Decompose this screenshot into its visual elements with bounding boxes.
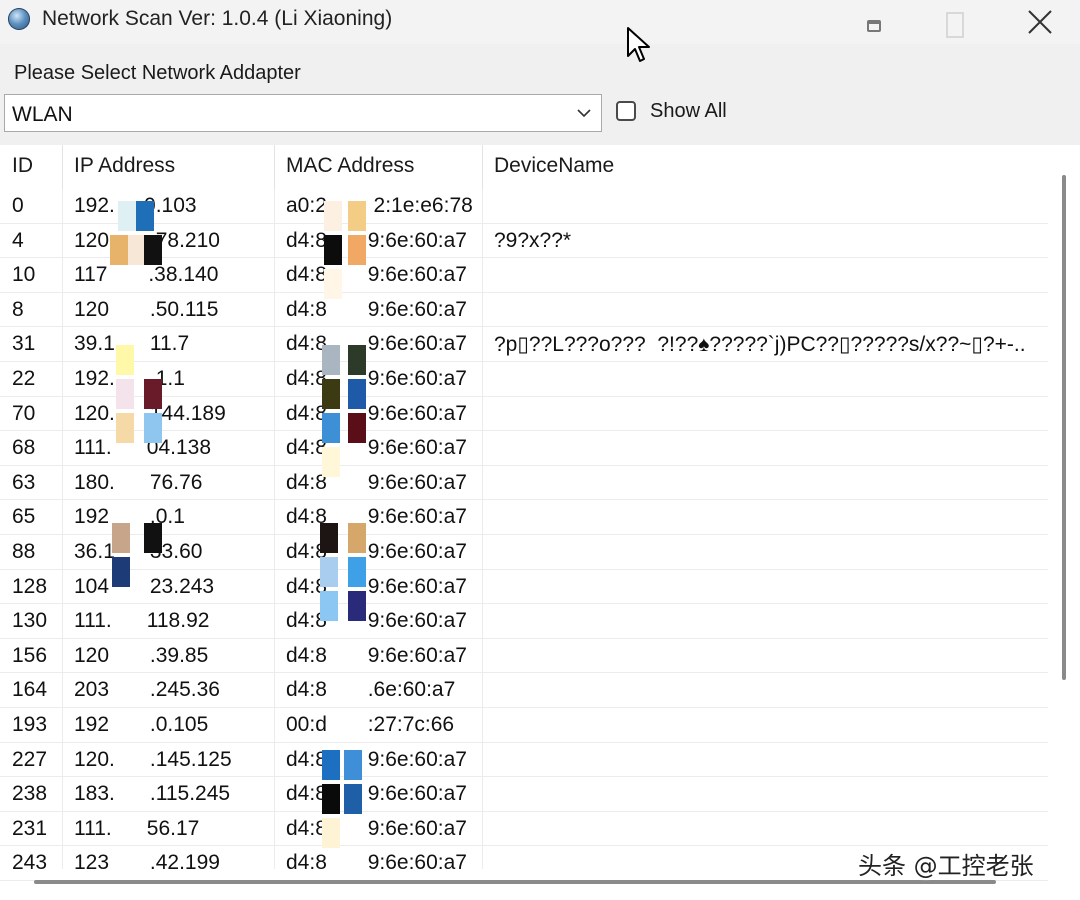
cell-ip: 120 .50.115 <box>74 297 219 321</box>
mouse-cursor-icon <box>627 27 650 62</box>
table-row[interactable]: 164 203 .245.36 d4:8 .6e:60:a7 <box>0 673 1048 708</box>
cell-mac: d4:8 9:6e:60:a7 <box>286 297 467 321</box>
cell-mac: d4:8 9:6e:60:a7 <box>286 816 467 840</box>
cell-id: 8 <box>12 297 24 321</box>
cell-mac: a0:2 2:1e:e6:78 <box>286 194 473 217</box>
table-row[interactable]: 31 39.1 11.7 d4:8 9:6e:60:a7 ?p▯??L???o??? … <box>0 327 1048 362</box>
cell-ip: 104 23.243 <box>74 574 215 598</box>
cell-ip: 36.1 33.60 <box>74 540 203 563</box>
cell-id: 231 <box>12 816 48 840</box>
cell-ip: 183. .115.245 <box>74 782 231 806</box>
network-scan-window: Network Scan Ver: 1.0.4 (Li Xiaoning) Pl… <box>0 0 1080 900</box>
cell-mac: 00:d :27:7c:66 <box>286 713 455 736</box>
cell-mac: d4:8 9:6e:60:a7 <box>286 367 467 390</box>
cell-mac: d4:8 .6e:60:a7 <box>286 678 456 702</box>
list-header: ID IP Address MAC Address DeviceName <box>0 145 1060 189</box>
maximize-button[interactable] <box>925 0 985 44</box>
cell-devicename: ?9?x??* <box>494 228 572 252</box>
cell-mac: d4:8 9:6e:60:a7 <box>286 851 467 875</box>
cell-id: 70 <box>12 401 36 425</box>
cell-id: 88 <box>12 540 36 563</box>
cell-mac: d4:8 9:6e:60:a7 <box>286 228 467 252</box>
cell-id: 243 <box>12 851 48 875</box>
cell-mac: d4:8 9:6e:60:a7 <box>286 332 467 356</box>
cell-ip: 111. 56.17 <box>74 816 200 840</box>
cell-mac: d4:8 9:6e:60:a7 <box>286 609 467 633</box>
cell-id: 68 <box>12 436 36 460</box>
cell-mac: d4:8 9:6e:60:a7 <box>286 540 467 563</box>
cell-id: 22 <box>12 367 36 390</box>
table-row[interactable]: 193 192 .0.105 00:d :27:7c:66 <box>0 708 1048 743</box>
column-header-mac[interactable]: MAC Address <box>286 154 414 178</box>
cell-mac: d4:8 9:6e:60:a7 <box>286 505 467 529</box>
adapter-dropdown[interactable]: WLAN <box>4 94 602 132</box>
cell-id: 227 <box>12 747 48 771</box>
vertical-scrollbar[interactable] <box>1062 175 1066 680</box>
cell-mac: d4:8 9:6e:60:a7 <box>286 470 467 494</box>
table-row[interactable]: 0 192. .0.103 a0:2 2:1e:e6:78 <box>0 189 1048 224</box>
cell-id: 0 <box>12 194 24 217</box>
cell-id: 156 <box>12 643 48 667</box>
table-row[interactable]: 8 120 .50.115 d4:8 9:6e:60:a7 <box>0 293 1048 328</box>
globe-icon <box>8 8 30 30</box>
table-row[interactable]: 128 104 23.243 d4:8 9:6e:60:a7 <box>0 570 1048 605</box>
table-row[interactable]: 227 120. .145.125 d4:8 9:6e:60:a7 <box>0 743 1048 778</box>
close-button[interactable] <box>1010 0 1070 44</box>
table-row[interactable]: 156 120 .39.85 d4:8 9:6e:60:a7 <box>0 639 1048 674</box>
cell-id: 65 <box>12 505 36 529</box>
adapter-label: Please Select Network Addapter <box>14 62 301 84</box>
adapter-selected-value: WLAN <box>12 103 73 126</box>
table-row[interactable]: 130 111. 118.92 d4:8 9:6e:60:a7 <box>0 604 1048 639</box>
minimize-button[interactable] <box>844 0 904 44</box>
cell-mac: d4:8 9:6e:60:a7 <box>286 401 467 425</box>
cell-id: 31 <box>12 332 36 356</box>
table-row[interactable]: 63 180. 76.76 d4:8 9:6e:60:a7 <box>0 466 1048 501</box>
table-row[interactable]: 238 183. .115.245 d4:8 9:6e:60:a7 <box>0 777 1048 812</box>
cell-id: 63 <box>12 470 36 494</box>
minimize-icon <box>867 20 881 32</box>
cell-ip: 111. 118.92 <box>74 609 210 633</box>
window-title: Network Scan Ver: 1.0.4 (Li Xiaoning) <box>42 7 393 30</box>
chevron-down-icon <box>577 109 591 118</box>
column-divider[interactable] <box>482 145 483 189</box>
cell-ip: 123 .42.199 <box>74 851 220 875</box>
cell-id: 10 <box>12 263 36 287</box>
cell-ip: 180. 76.76 <box>74 470 203 494</box>
cell-id: 238 <box>12 782 48 806</box>
maximize-icon <box>946 12 964 38</box>
column-divider[interactable] <box>274 145 275 189</box>
column-divider[interactable] <box>62 145 63 189</box>
column-header-ip[interactable]: IP Address <box>74 154 175 178</box>
cell-ip: 120. .145.125 <box>74 747 232 771</box>
table-row[interactable]: 231 111. 56.17 d4:8 9:6e:60:a7 <box>0 812 1048 847</box>
cell-ip: 192 .0.105 <box>74 713 209 736</box>
title-bar[interactable]: Network Scan Ver: 1.0.4 (Li Xiaoning) <box>0 0 1080 44</box>
show-all-label[interactable]: Show All <box>650 100 727 123</box>
watermark-text: 头条 @工控老张 <box>858 852 1034 880</box>
cell-mac: d4:8 9:6e:60:a7 <box>286 782 467 806</box>
cell-ip: 117 .38.140 <box>74 263 219 287</box>
cell-id: 128 <box>12 574 48 598</box>
show-all-checkbox[interactable] <box>616 101 636 121</box>
cell-mac: d4:8 9:6e:60:a7 <box>286 574 467 598</box>
cell-ip: 120 .39.85 <box>74 643 209 667</box>
device-list[interactable]: ID IP Address MAC Address DeviceName 0 19… <box>0 145 1080 900</box>
cell-ip: 111. 04.138 <box>74 436 211 460</box>
cell-mac: d4:8 9:6e:60:a7 <box>286 643 467 667</box>
cell-id: 193 <box>12 713 48 736</box>
column-header-id[interactable]: ID <box>12 154 33 178</box>
cell-id: 164 <box>12 678 48 702</box>
close-icon <box>1028 10 1052 34</box>
cell-devicename: ?p▯??L???o??? ?!??♠?????`j)PC??▯?????s/x… <box>494 333 1026 357</box>
cell-id: 4 <box>12 228 24 252</box>
column-header-devicename[interactable]: DeviceName <box>494 154 614 178</box>
cell-id: 130 <box>12 609 48 633</box>
cell-mac: d4:8 9:6e:60:a7 <box>286 436 467 460</box>
cell-mac: d4:8 9:6e:60:a7 <box>286 747 467 771</box>
cell-ip: 203 .245.36 <box>74 678 220 702</box>
horizontal-scrollbar[interactable] <box>34 880 996 884</box>
cell-mac: d4:8 9:6e:60:a7 <box>286 263 467 287</box>
